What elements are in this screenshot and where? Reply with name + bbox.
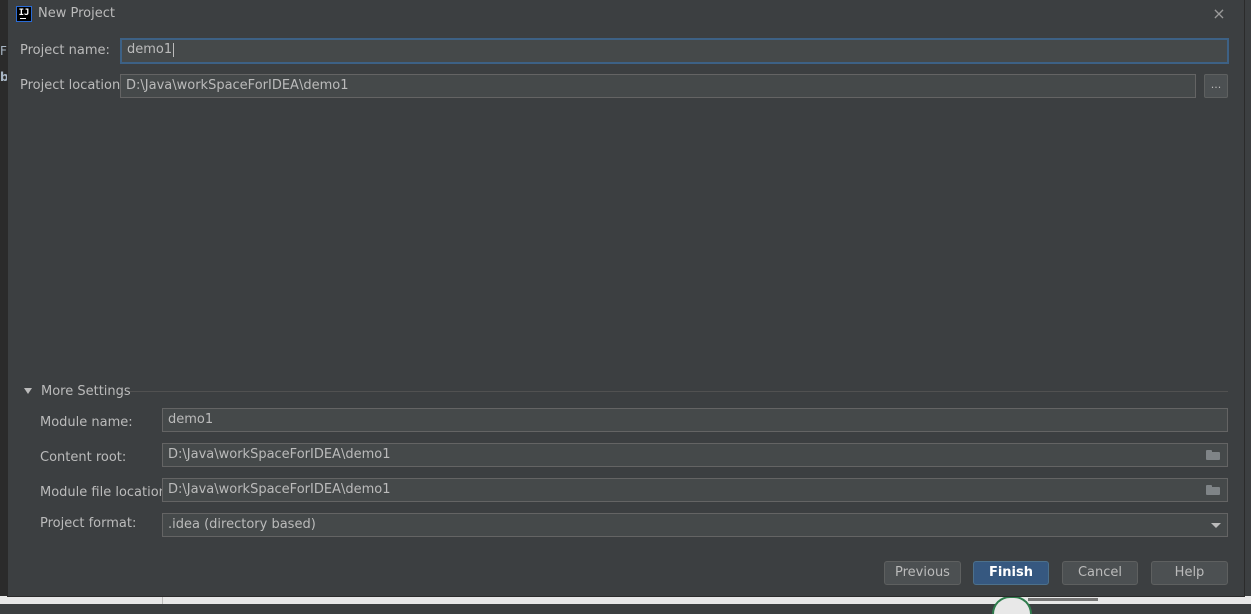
content-root-input[interactable]: D:\Java\workSpaceForIDEA\demo1 (162, 443, 1228, 467)
project-location-label: Project location: (20, 78, 125, 93)
project-location-input[interactable]: D:\Java\workSpaceForIDEA\demo1 (120, 74, 1196, 98)
finish-button[interactable]: Finish (973, 561, 1049, 585)
background-text-fragment: Fi (0, 44, 8, 58)
content-root-value: D:\Java\workSpaceForIDEA\demo1 (168, 447, 391, 462)
background-divider (162, 596, 163, 604)
intellij-app-icon: IJ (16, 6, 32, 22)
project-format-value: .idea (directory based) (168, 517, 316, 532)
background-status-icon (992, 596, 1032, 614)
project-location-value: D:\Java\workSpaceForIDEA\demo1 (126, 78, 349, 93)
previous-button[interactable]: Previous (884, 561, 961, 585)
module-file-location-input[interactable]: D:\Java\workSpaceForIDEA\demo1 (162, 478, 1228, 502)
dialog-titlebar[interactable]: IJ New Project × (8, 0, 1244, 30)
new-project-dialog: IJ New Project × Project name: demo1 Pro… (8, 0, 1244, 596)
module-name-label: Module name: (40, 415, 133, 430)
dialog-title: New Project (38, 6, 115, 21)
more-settings-separator (130, 391, 1228, 392)
background-window-edge (0, 0, 8, 604)
module-name-value: demo1 (168, 412, 214, 427)
project-format-select[interactable]: .idea (directory based) (162, 513, 1228, 537)
help-button[interactable]: Help (1151, 561, 1228, 585)
app-icon-underline (20, 18, 26, 19)
project-name-value: demo1 (127, 42, 173, 57)
folder-icon[interactable] (1206, 450, 1220, 460)
module-file-location-label: Module file location: (40, 485, 172, 500)
cancel-button[interactable]: Cancel (1062, 561, 1138, 585)
module-file-location-value: D:\Java\workSpaceForIDEA\demo1 (168, 482, 391, 497)
project-name-input[interactable]: demo1 (120, 38, 1229, 64)
expand-triangle-icon (24, 388, 32, 394)
folder-icon[interactable] (1206, 485, 1220, 495)
chevron-down-icon (1211, 523, 1221, 528)
background-bottom-area (0, 596, 1251, 614)
browse-location-button[interactable]: ... (1204, 74, 1228, 98)
background-text-fragment: b (0, 70, 8, 84)
project-name-label: Project name: (20, 43, 110, 58)
module-name-input[interactable]: demo1 (162, 408, 1228, 432)
close-icon[interactable]: × (1210, 5, 1228, 23)
content-root-label: Content root: (40, 450, 127, 465)
more-settings-label: More Settings (41, 384, 131, 399)
project-format-label: Project format: (40, 516, 137, 531)
text-caret (173, 42, 175, 57)
app-icon-text: IJ (18, 8, 30, 18)
background-bar (1028, 598, 1098, 601)
